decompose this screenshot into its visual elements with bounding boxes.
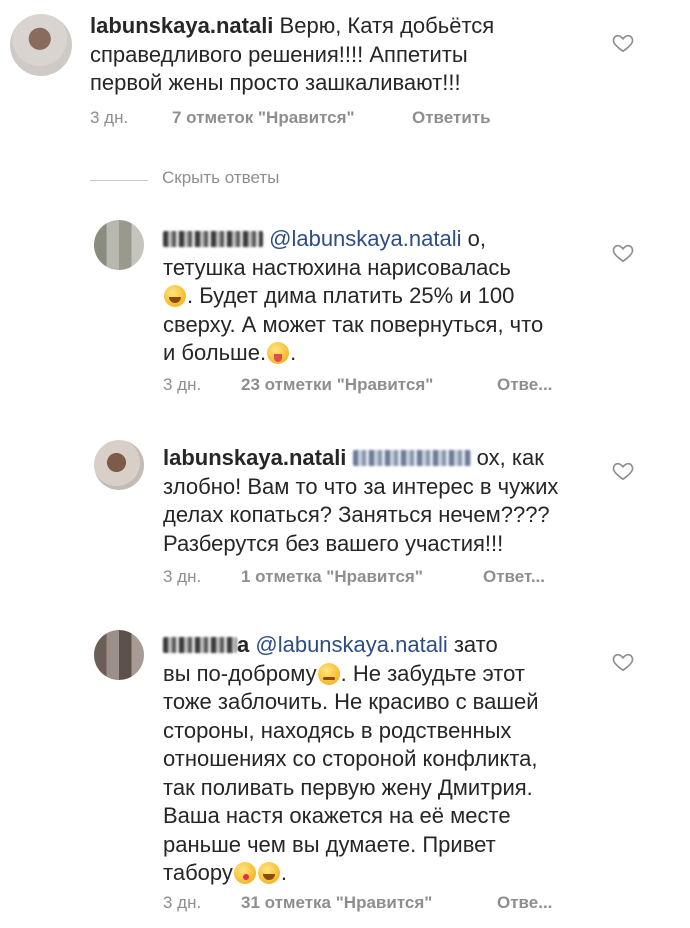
comment-line: делах копаться? Заняться нечем???? xyxy=(163,502,550,527)
username-link[interactable]: labunskaya.natali xyxy=(163,445,346,470)
comment-line: первой жены просто зашкаливают!!! xyxy=(90,70,461,95)
comment-meta: 3 дн. 1 отметка "Нравится" Ответ... xyxy=(163,567,603,589)
avatar[interactable] xyxy=(94,630,144,680)
avatar[interactable] xyxy=(94,220,144,270)
comment-line: . xyxy=(280,860,288,885)
likes-count-link[interactable]: 23 отметки "Нравится" xyxy=(241,375,433,395)
comment-meta: 3 дн. 23 отметки "Нравится" Отве... xyxy=(163,375,603,397)
comment-meta: 3 дн. 31 отметка "Нравится" Отве... xyxy=(163,893,603,915)
comment-line: зато xyxy=(453,632,498,657)
comment-meta: 3 дн. 7 отметок "Нравится" Ответить xyxy=(90,108,610,130)
mention-link[interactable] xyxy=(352,450,471,466)
comment-line: о, xyxy=(467,226,486,251)
heart-outline-icon[interactable] xyxy=(612,33,634,53)
tongue-emoji-icon xyxy=(267,342,290,364)
comment-age: 3 дн. xyxy=(163,893,202,912)
likes-count-link[interactable]: 31 отметка "Нравится" xyxy=(241,893,432,913)
hide-replies-divider xyxy=(90,180,148,181)
comment-line: раньше чем вы думаете. Привет xyxy=(163,831,496,857)
comment-line: тетушка настюхина нарисовалась xyxy=(163,254,511,280)
likes-count-link[interactable]: 7 отметок "Нравится" xyxy=(172,108,355,128)
comment-line: вы по-доброму xyxy=(163,660,317,686)
comment-line: табору xyxy=(163,860,233,885)
comment-text: @labunskaya.natali о, тетушка настюхина … xyxy=(163,226,544,365)
comment-line: Ваша настя окажется на её месте xyxy=(163,803,511,828)
comment-line: ох, как xyxy=(476,445,544,470)
reply-button[interactable]: Отве... xyxy=(497,893,552,913)
comment-age: 3 дн. xyxy=(163,375,202,394)
smiley-emoji-icon xyxy=(164,285,186,307)
comment-line: злобно! Вам то что за интерес в чужих xyxy=(163,473,559,499)
comment-line: отношениях со стороной конфликта, xyxy=(163,746,538,771)
username-link[interactable]: a xyxy=(237,632,249,657)
username-link[interactable] xyxy=(163,637,237,653)
reply-button[interactable]: Ответить xyxy=(412,108,491,128)
username-link[interactable]: labunskaya.natali xyxy=(90,13,273,38)
comment-line: тоже заблочить. Не красиво с вашей xyxy=(163,689,539,714)
comment-age: 3 дн. xyxy=(90,108,129,127)
kiss-emoji-icon xyxy=(233,862,256,884)
comment-line: так поливать первую жену Дмитрия. xyxy=(163,774,533,800)
comment-line: и больше. xyxy=(163,340,267,365)
comment-line: . Будет дима платить 25% и 100 xyxy=(187,283,515,308)
comment-age: 3 дн. xyxy=(163,567,202,586)
wink-emoji-icon xyxy=(317,662,340,685)
hide-replies-button[interactable]: Скрыть ответы xyxy=(162,168,279,188)
comment-line: стороны, находясь в родственных xyxy=(163,717,512,743)
username-link[interactable] xyxy=(163,231,263,247)
heart-outline-icon[interactable] xyxy=(612,243,634,263)
comment-text: a @labunskaya.natali зато вы по-доброму.… xyxy=(163,631,608,888)
smiley-emoji-icon xyxy=(257,862,280,884)
comment-text: labunskaya.natali ох, как злобно! Вам то… xyxy=(163,444,608,558)
avatar[interactable] xyxy=(94,440,144,490)
heart-outline-icon[interactable] xyxy=(612,652,634,672)
comment-line: . Не забудьте этот xyxy=(340,660,525,686)
reply-button[interactable]: Ответ... xyxy=(483,567,545,587)
avatar[interactable] xyxy=(10,14,72,76)
comment-text: labunskaya.natali Верю, Катя добьётся сп… xyxy=(90,12,610,98)
mention-link[interactable]: @labunskaya.natali xyxy=(255,632,447,657)
comments-screen: labunskaya.natali Верю, Катя добьётся сп… xyxy=(0,0,690,928)
comment-line: Верю, Катя добьётся xyxy=(279,13,495,38)
reply-button[interactable]: Отве... xyxy=(497,375,552,395)
mention-link[interactable]: @labunskaya.natali xyxy=(269,226,461,251)
likes-count-link[interactable]: 1 отметка "Нравится" xyxy=(241,567,423,587)
comment-line: справедливого решения!!!! Аппетиты xyxy=(90,41,468,67)
comment-line: Разберутся без вашего участия!!! xyxy=(163,530,504,556)
comment-line: сверху. А может так повернуться, что xyxy=(163,311,544,337)
heart-outline-icon[interactable] xyxy=(612,461,634,481)
